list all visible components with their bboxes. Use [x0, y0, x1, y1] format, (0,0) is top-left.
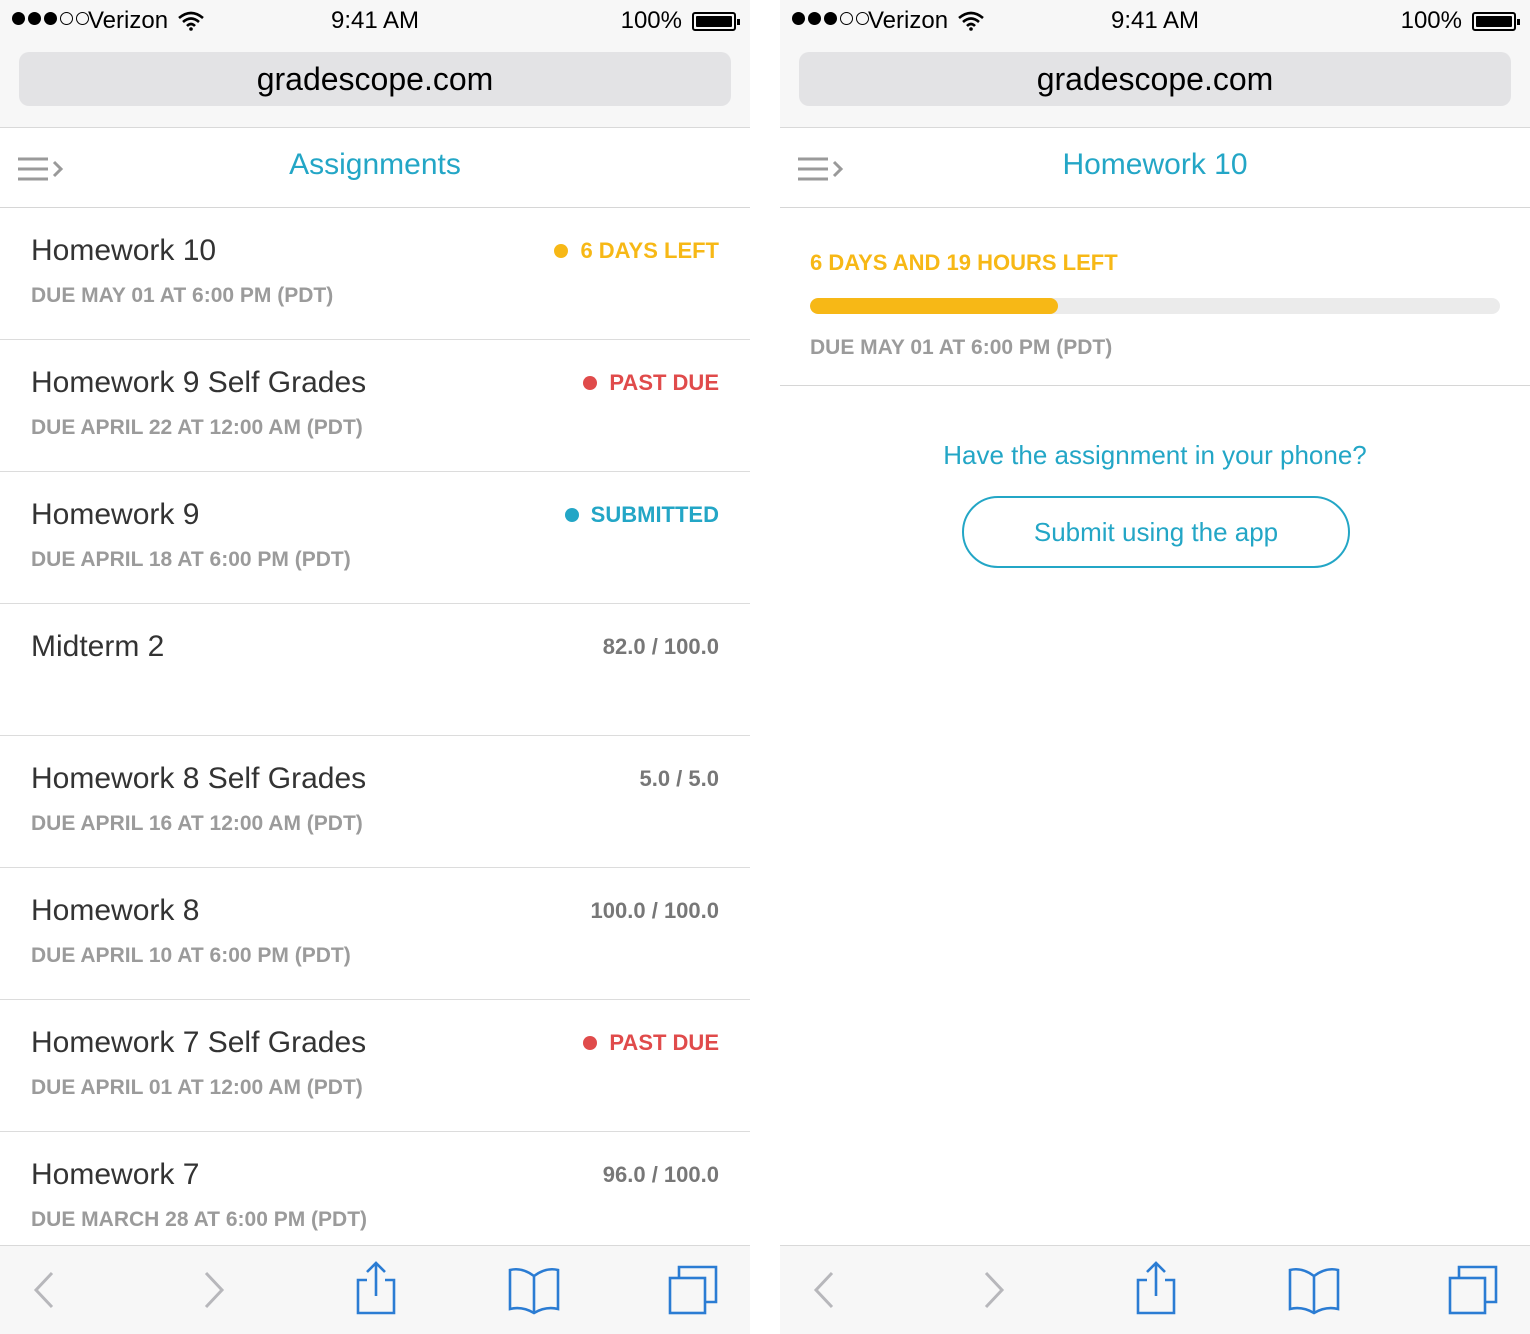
status-label: PAST DUE	[609, 1030, 719, 1055]
bookmarks-icon[interactable]	[1286, 1246, 1342, 1334]
tabs-icon[interactable]	[666, 1246, 722, 1334]
status-dot-icon	[583, 1036, 598, 1050]
assignment-due-date: DUE APRIL 01 AT 12:00 AM (PDT)	[31, 1076, 363, 1099]
time-progress-fill	[810, 298, 1059, 314]
assignment-title: Homework 8 Self Grades	[31, 762, 367, 795]
assignment-row[interactable]: Homework 7 Self Grades DUE APRIL 01 AT 12…	[0, 1000, 750, 1132]
status-label: 6 DAYS LEFT	[580, 238, 719, 263]
assignment-title: Midterm 2	[31, 630, 165, 663]
assignment-due-date: DUE APRIL 10 AT 6:00 PM (PDT)	[31, 944, 351, 967]
url-bar[interactable]: gradescope.com	[19, 52, 731, 106]
assignment-due-date: DUE APRIL 16 AT 12:00 AM (PDT)	[31, 812, 363, 835]
assignment-row[interactable]: Homework 9 DUE APRIL 18 AT 6:00 PM (PDT) S…	[0, 472, 750, 604]
assignment-due-date: DUE APRIL 22 AT 12:00 AM (PDT)	[31, 416, 363, 439]
browser-chrome: Verizon 9:41 AM 100% gradescope.com	[780, 0, 1530, 128]
url-bar[interactable]: gradescope.com	[799, 52, 1511, 106]
battery-icon	[1472, 12, 1520, 31]
assignment-list: Homework 10 DUE MAY 01 AT 6:00 PM (PDT) 6 …	[0, 208, 750, 1264]
assignment-due-date: DUE MAY 01 AT 6:00 PM (PDT)	[31, 284, 334, 307]
status-badge: PAST DUE	[583, 1030, 719, 1056]
assignment-row[interactable]: Homework 8 DUE APRIL 10 AT 6:00 PM (PDT) 1…	[0, 868, 750, 1000]
deadline-panel: 6 DAYS AND 19 HOURS LEFT DUE MAY 01 AT 6…	[780, 208, 1530, 386]
status-dot-icon	[564, 508, 579, 522]
status-label: PAST DUE	[609, 370, 719, 395]
status-dot-icon	[583, 376, 598, 390]
status-bar: Verizon 9:41 AM 100%	[0, 0, 750, 42]
assignment-row[interactable]: Homework 8 Self Grades DUE APRIL 16 AT 12…	[0, 736, 750, 868]
status-bar: Verizon 9:41 AM 100%	[780, 0, 1530, 42]
status-badge: PAST DUE	[583, 370, 719, 396]
submit-prompt: Have the assignment in your phone?	[943, 440, 1367, 470]
back-arrow-icon[interactable]	[810, 1246, 840, 1334]
forward-arrow-icon[interactable]	[978, 1246, 1008, 1334]
assignment-score: 82.0 / 100.0	[602, 634, 719, 659]
due-date: DUE MAY 01 AT 6:00 PM (PDT)	[810, 336, 1113, 359]
back-arrow-icon[interactable]	[30, 1246, 60, 1334]
page-title: Homework 10	[1062, 148, 1248, 181]
status-label: SUBMITTED	[590, 502, 719, 527]
assignment-title: Homework 7 Self Grades	[31, 1026, 367, 1059]
status-badge: 6 DAYS LEFT	[554, 238, 719, 264]
tabs-icon[interactable]	[1446, 1246, 1502, 1334]
forward-arrow-icon[interactable]	[198, 1246, 228, 1334]
submit-using-app-button[interactable]: Submit using the app	[962, 496, 1350, 568]
browser-toolbar	[780, 1245, 1530, 1334]
time-progress-bar	[810, 298, 1500, 314]
assignment-due-date: DUE MARCH 28 AT 6:00 PM (PDT)	[31, 1208, 368, 1231]
assignment-title: Homework 7	[31, 1158, 200, 1191]
app-header: Assignments	[0, 128, 750, 208]
phone-screen-assignments: Verizon 9:41 AM 100% gradescope.com Assi…	[0, 0, 750, 1334]
assignment-title: Homework 9	[31, 498, 200, 531]
battery-icon	[692, 12, 740, 31]
phone-screen-assignment-detail: Verizon 9:41 AM 100% gradescope.com Home…	[780, 0, 1530, 1334]
screen-divider	[750, 0, 780, 1334]
assignment-row[interactable]: Homework 10 DUE MAY 01 AT 6:00 PM (PDT) 6 …	[0, 208, 750, 340]
assignment-row[interactable]: Homework 9 Self Grades DUE APRIL 22 AT 12…	[0, 340, 750, 472]
assignment-due-date: DUE APRIL 18 AT 6:00 PM (PDT)	[31, 548, 351, 571]
assignment-row[interactable]: Midterm 2 82.0 / 100.0	[0, 604, 750, 736]
assignment-score: 96.0 / 100.0	[602, 1162, 719, 1187]
browser-chrome: Verizon 9:41 AM 100% gradescope.com	[0, 0, 750, 128]
assignment-title: Homework 8	[31, 894, 200, 927]
assignment-score: 5.0 / 5.0	[639, 766, 719, 791]
share-icon[interactable]	[1134, 1246, 1178, 1334]
status-badge: SUBMITTED	[564, 502, 719, 528]
time-left-label: 6 DAYS AND 19 HOURS LEFT	[810, 250, 1118, 275]
browser-toolbar	[0, 1245, 750, 1334]
battery-percent: 100%	[1400, 7, 1462, 34]
page-title: Assignments	[289, 148, 461, 181]
assignment-title: Homework 9 Self Grades	[31, 366, 367, 399]
assignment-score: 100.0 / 100.0	[590, 898, 719, 923]
status-dot-icon	[554, 244, 569, 258]
bookmarks-icon[interactable]	[506, 1246, 562, 1334]
battery-percent: 100%	[620, 7, 682, 34]
assignment-title: Homework 10	[31, 234, 217, 267]
share-icon[interactable]	[354, 1246, 398, 1334]
app-header: Homework 10	[780, 128, 1530, 208]
